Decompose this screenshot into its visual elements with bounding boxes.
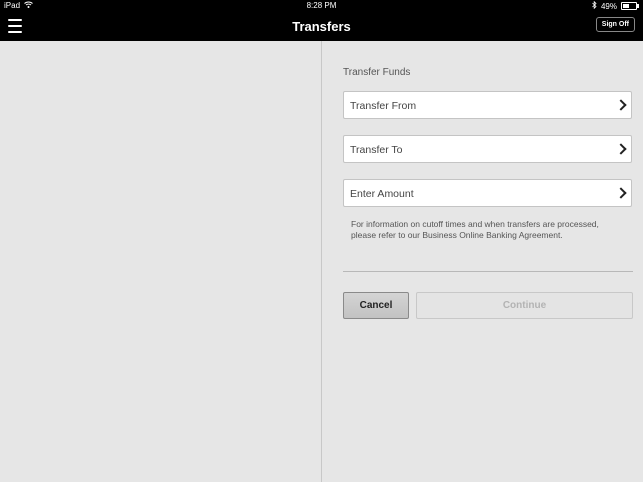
section-title: Transfer Funds	[343, 67, 411, 78]
page-title: Transfers	[292, 19, 351, 34]
bluetooth-icon	[592, 0, 597, 11]
transfer-from-label: Transfer From	[350, 100, 417, 112]
cancel-button[interactable]: Cancel	[343, 292, 409, 319]
cutoff-info-text: For information on cutoff times and when…	[351, 219, 599, 240]
transfer-form-pane: Transfer Funds Transfer From Transfer To…	[322, 41, 643, 482]
enter-amount-label: Enter Amount	[350, 188, 414, 200]
navbar: Transfers Sign Off	[0, 13, 643, 41]
chevron-right-icon	[615, 99, 627, 111]
left-pane	[0, 41, 322, 482]
battery-icon	[621, 2, 639, 10]
sign-off-button[interactable]: Sign Off	[595, 17, 635, 32]
divider	[343, 271, 633, 272]
transfer-to-field[interactable]: Transfer To	[343, 135, 632, 163]
transfer-from-field[interactable]: Transfer From	[343, 91, 632, 119]
battery-fill	[623, 4, 629, 8]
status-time: 8:28 PM	[306, 1, 337, 10]
enter-amount-field[interactable]: Enter Amount	[343, 179, 632, 207]
status-right: 49%	[592, 0, 639, 11]
chevron-right-icon	[615, 143, 627, 155]
transfer-to-label: Transfer To	[350, 144, 403, 156]
battery-percent: 49%	[600, 1, 617, 11]
continue-button[interactable]: Continue	[416, 292, 633, 319]
chevron-right-icon	[615, 187, 627, 199]
status-bar: iPad 8:28 PM 49%	[0, 0, 643, 13]
